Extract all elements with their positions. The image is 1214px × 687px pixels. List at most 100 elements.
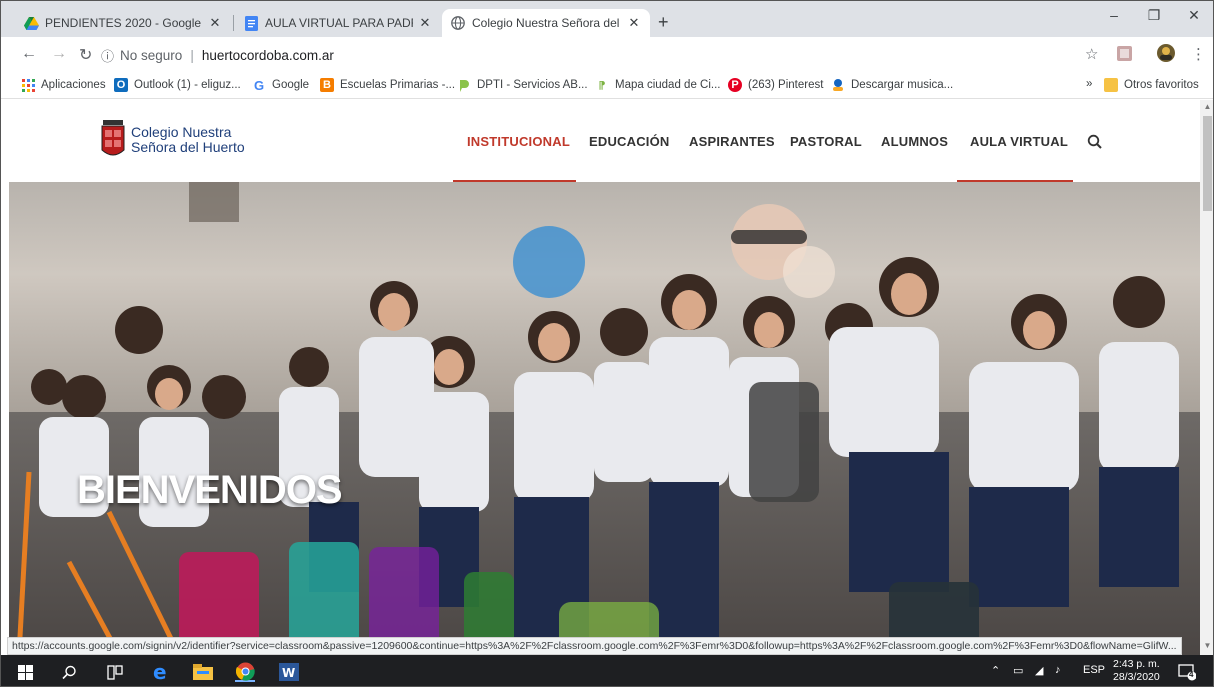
bookmark-label: Descargar musica... (851, 79, 954, 91)
bookmark-outlook[interactable]: O Outlook (1) - eliguz... (114, 78, 241, 92)
hero-title: BIENVENIDOS (77, 468, 343, 512)
search-taskbar-icon[interactable] (59, 662, 79, 682)
language-indicator[interactable]: ESP (1083, 664, 1105, 676)
close-tab-icon[interactable]: ✕ (207, 15, 223, 31)
bookmark-escuelas[interactable]: B Escuelas Primarias -... (320, 78, 455, 92)
google-drive-icon (23, 15, 39, 31)
nav-pastoral[interactable]: PASTORAL (790, 134, 862, 149)
address-bar[interactable]: ⓘ No seguro | huertocordoba.com.ar (101, 42, 1101, 68)
tab-title: AULA VIRTUAL PARA PADRES-NI (265, 16, 413, 30)
map-pin-icon: ⁋ (598, 79, 606, 92)
info-icon[interactable]: ⓘ (101, 46, 114, 65)
google-icon: G (253, 77, 265, 93)
tab-title: Colegio Nuestra Señora del Huerto (472, 16, 622, 30)
outlook-icon: O (114, 78, 128, 92)
site-logo[interactable]: Colegio Nuestra Señora del Huerto (101, 120, 245, 160)
notifications-icon[interactable]: 4 (1177, 662, 1197, 682)
tab-title: PENDIENTES 2020 - Google Drive (45, 16, 203, 30)
nav-aspirantes[interactable]: ASPIRANTES (689, 134, 775, 149)
tab-aula-virtual[interactable]: AULA VIRTUAL PARA PADRES-NI ✕ (235, 9, 441, 37)
wifi-icon[interactable]: ◢ (1035, 664, 1043, 677)
windows-start-icon[interactable] (15, 662, 35, 682)
bookmark-other-favorites[interactable]: Otros favoritos (1104, 78, 1199, 92)
security-label: No seguro (120, 47, 183, 63)
page-viewport: Colegio Nuestra Señora del Huerto INSTIT… (1, 100, 1200, 655)
logo-text: Colegio Nuestra Señora del Huerto (131, 125, 245, 155)
bookmark-label: DPTI - Servicios AB... (477, 79, 588, 91)
hero-banner: BIENVENIDOS (9, 182, 1200, 655)
close-window-button[interactable]: ✕ (1171, 7, 1213, 24)
battery-icon[interactable]: ▭ (1013, 664, 1023, 677)
star-icon[interactable]: ☆ (1085, 45, 1098, 63)
nav-alumnos[interactable]: ALUMNOS (881, 134, 948, 149)
bookmarks-bar: Aplicaciones O Outlook (1) - eliguz... G… (1, 73, 1213, 99)
svg-text:W: W (282, 666, 295, 680)
close-tab-icon[interactable]: ✕ (626, 15, 642, 31)
menu-dots-icon[interactable]: ⋮ (1191, 45, 1206, 63)
bookmark-mapa[interactable]: ⁋ Mapa ciudad de Ci... (595, 78, 721, 92)
word-taskbar-icon[interactable]: W (279, 662, 299, 682)
bookmark-label: Outlook (1) - eliguz... (134, 79, 241, 91)
school-crest-icon (101, 120, 125, 156)
site-header: Colegio Nuestra Señora del Huerto INSTIT… (1, 100, 1200, 182)
system-clock[interactable]: 2:43 p. m. 28/3/2020 (1113, 658, 1160, 684)
tab-separator (233, 15, 234, 31)
bookmark-label: (263) Pinterest (748, 79, 824, 91)
tray-chevron-up-icon[interactable]: ⌃ (991, 664, 1000, 677)
extension-icon[interactable] (1117, 46, 1132, 65)
tab-strip: PENDIENTES 2020 - Google Drive ✕ AULA VI… (1, 1, 1213, 37)
reload-icon[interactable]: ↻ (79, 45, 92, 65)
status-url-bar: https://accounts.google.com/signin/v2/id… (7, 637, 1182, 655)
task-view-icon[interactable] (105, 662, 125, 682)
back-arrow-icon[interactable]: ← (21, 45, 37, 63)
volume-icon[interactable]: ♪ (1055, 664, 1061, 676)
bookmark-label: Google (272, 79, 310, 91)
svg-text:e: e (153, 662, 167, 682)
music-icon (831, 78, 845, 92)
globe-icon (450, 15, 466, 31)
file-explorer-icon[interactable] (193, 662, 213, 682)
nav-aula-virtual[interactable]: AULA VIRTUAL (970, 134, 1068, 149)
scroll-up-arrow-icon[interactable]: ▲ (1202, 102, 1213, 114)
bookmark-label: Aplicaciones (41, 79, 106, 91)
clock-time: 2:43 p. m. (1113, 658, 1160, 670)
hero-photo-students (16, 182, 1179, 655)
tab-pendientes[interactable]: PENDIENTES 2020 - Google Drive ✕ (15, 9, 231, 37)
tab-colegio[interactable]: Colegio Nuestra Señora del Huerto ✕ (442, 9, 650, 37)
bookmark-google[interactable]: G Google (252, 77, 310, 93)
bookmark-dpti[interactable]: DPTI - Servicios AB... (457, 78, 588, 92)
blogger-icon: B (320, 78, 334, 92)
windows-taskbar: e W ⌃ ▭ ◢ ♪ ESP 2:43 p. m. 28/3/2020 4 (1, 655, 1213, 686)
bookmark-pinterest[interactable]: P (263) Pinterest (728, 78, 823, 92)
close-tab-icon[interactable]: ✕ (417, 15, 433, 31)
nav-educacion[interactable]: EDUCACIÓN (589, 134, 670, 149)
dpti-icon (457, 78, 471, 92)
nav-institucional[interactable]: INSTITUCIONAL (467, 134, 570, 149)
profile-avatar-icon[interactable] (1157, 44, 1175, 66)
bookmark-label: Escuelas Primarias -... (340, 79, 456, 91)
chrome-taskbar-icon[interactable] (235, 662, 255, 682)
scroll-thumb[interactable] (1203, 116, 1212, 211)
browser-toolbar: ← → ↻ ⓘ No seguro | huertocordoba.com.ar… (1, 37, 1213, 73)
bookmark-label: Mapa ciudad de Ci... (615, 79, 721, 91)
apps-grid-icon (21, 78, 35, 92)
bookmark-musica[interactable]: Descargar musica... (831, 78, 953, 92)
page-scrollbar[interactable]: ▲ ▼ (1200, 100, 1213, 655)
logo-line-2: Señora del Huerto (131, 139, 245, 155)
browser-window: PENDIENTES 2020 - Google Drive ✕ AULA VI… (0, 0, 1214, 687)
bookmarks-overflow-button[interactable]: » (1086, 78, 1092, 90)
google-docs-icon (243, 15, 259, 31)
bookmark-apps[interactable]: Aplicaciones (21, 78, 106, 92)
new-tab-button[interactable]: + (658, 12, 669, 33)
notification-count: 4 (1189, 670, 1194, 679)
scroll-down-arrow-icon[interactable]: ▼ (1202, 641, 1213, 653)
clock-date: 28/3/2020 (1113, 671, 1160, 683)
address-divider: | (190, 47, 194, 63)
forward-arrow-icon[interactable]: → (51, 45, 67, 63)
pinterest-icon: P (728, 78, 742, 92)
bookmark-label: Otros favoritos (1124, 79, 1199, 91)
folder-icon (1104, 78, 1118, 92)
logo-line-1: Colegio Nuestra (131, 124, 232, 140)
search-icon[interactable] (1087, 134, 1103, 150)
edge-browser-icon[interactable]: e (151, 662, 171, 682)
